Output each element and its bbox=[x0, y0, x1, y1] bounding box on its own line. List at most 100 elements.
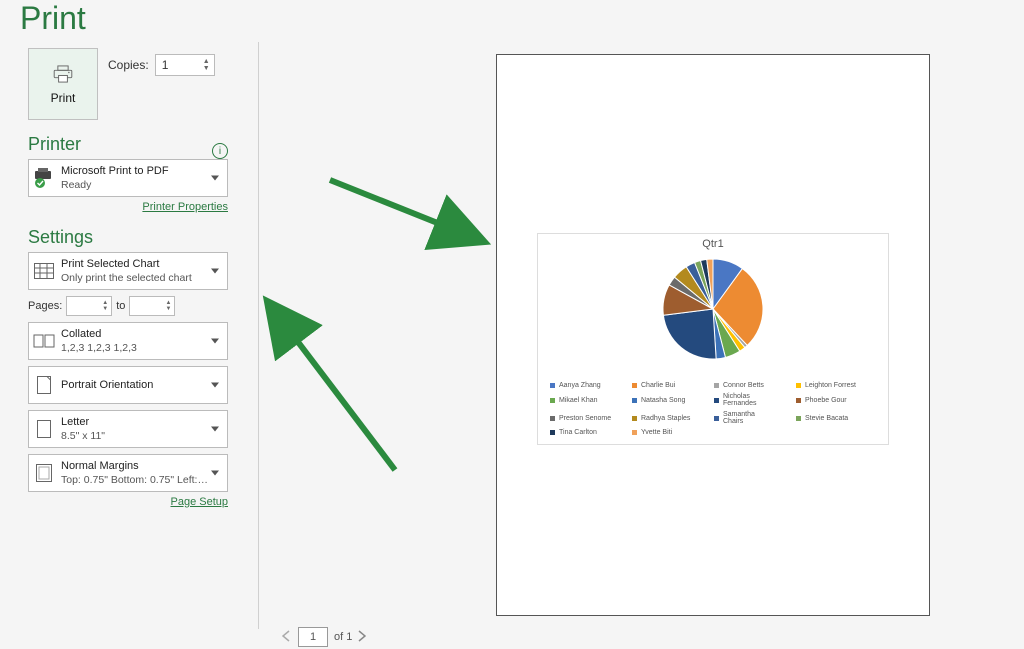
legend-label: Charlie Bui bbox=[641, 382, 675, 389]
margins-select[interactable]: Normal Margins Top: 0.75" Bottom: 0.75" … bbox=[28, 454, 228, 492]
chart-legend: Aanya Zhang Charlie Bui Connor Betts Leight… bbox=[550, 382, 876, 436]
pages-label: Pages: bbox=[28, 300, 62, 312]
legend-item: Connor Betts bbox=[714, 382, 776, 389]
collate-icon bbox=[33, 330, 55, 352]
legend-item: Yvette Biti bbox=[632, 429, 694, 436]
legend-swatch bbox=[714, 398, 719, 403]
pages-to-label: to bbox=[116, 300, 125, 312]
chart-preview: Qtr1 Aanya Zhang Charlie Bui Connor Betts L… bbox=[537, 233, 889, 445]
copies-input[interactable]: 1 ▲▼ bbox=[155, 54, 215, 76]
paper-line2: 8.5" x 11" bbox=[61, 430, 223, 443]
chevron-down-icon bbox=[211, 383, 219, 388]
legend-swatch bbox=[550, 383, 555, 388]
legend-swatch bbox=[796, 383, 801, 388]
legend-swatch bbox=[714, 416, 719, 421]
collate-line1: Collated bbox=[61, 328, 223, 341]
pages-from-input[interactable]: ▲▼ bbox=[66, 296, 112, 316]
next-page-button[interactable] bbox=[358, 630, 368, 644]
paper-icon bbox=[33, 418, 55, 440]
legend-swatch bbox=[550, 430, 555, 435]
chevron-down-icon bbox=[211, 427, 219, 432]
legend-swatch bbox=[632, 383, 637, 388]
legend-item: Tina Carlton bbox=[550, 429, 612, 436]
legend-label: Phoebe Gour bbox=[805, 397, 847, 404]
pages-to-input[interactable]: ▲▼ bbox=[129, 296, 175, 316]
printer-icon bbox=[52, 63, 74, 85]
legend-swatch bbox=[796, 416, 801, 421]
legend-swatch bbox=[714, 383, 719, 388]
legend-label: Preston Senome bbox=[559, 415, 611, 422]
print-button[interactable]: Print bbox=[28, 48, 98, 120]
prev-page-button[interactable] bbox=[282, 630, 292, 644]
printer-status-icon bbox=[33, 167, 55, 189]
paper-line1: Letter bbox=[61, 416, 223, 429]
legend-label: Samantha Chairs bbox=[723, 411, 776, 425]
legend-item: Phoebe Gour bbox=[796, 393, 858, 407]
legend-item: Radhya Staples bbox=[632, 411, 694, 425]
legend-label: Connor Betts bbox=[723, 382, 764, 389]
copies-label: Copies: bbox=[108, 58, 149, 72]
annotation-arrow-1 bbox=[320, 170, 500, 260]
portrait-icon bbox=[33, 374, 55, 396]
legend-item: Mikael Khan bbox=[550, 393, 612, 407]
legend-label: Tina Carlton bbox=[559, 429, 597, 436]
page-number-input[interactable]: 1 bbox=[298, 627, 328, 647]
legend-item: Stevie Bacata bbox=[796, 411, 858, 425]
print-what-line2: Only print the selected chart bbox=[61, 272, 223, 285]
legend-swatch bbox=[632, 416, 637, 421]
chevron-down-icon bbox=[211, 471, 219, 476]
copies-value: 1 bbox=[162, 58, 169, 72]
page-title: Print bbox=[20, 0, 86, 37]
legend-item: Nicholas Fernandes bbox=[714, 393, 776, 407]
page-setup-link[interactable]: Page Setup bbox=[171, 496, 229, 508]
orientation-line1: Portrait Orientation bbox=[61, 379, 223, 392]
legend-item: Natasha Song bbox=[632, 393, 694, 407]
orientation-select[interactable]: Portrait Orientation bbox=[28, 366, 228, 404]
annotation-arrow-2 bbox=[255, 290, 415, 480]
chevron-down-icon bbox=[211, 339, 219, 344]
divider bbox=[258, 42, 259, 629]
page-of-label: of 1 bbox=[334, 631, 352, 643]
margins-line2: Top: 0.75" Bottom: 0.75" Left:… bbox=[61, 474, 223, 487]
legend-label: Aanya Zhang bbox=[559, 382, 601, 389]
printer-properties-link[interactable]: Printer Properties bbox=[142, 201, 228, 213]
legend-swatch bbox=[632, 430, 637, 435]
print-what-line1: Print Selected Chart bbox=[61, 258, 223, 271]
legend-swatch bbox=[632, 398, 637, 403]
grid-icon bbox=[33, 260, 55, 282]
print-button-label: Print bbox=[51, 91, 76, 105]
print-options-panel: Print Copies: 1 ▲▼ Printer i Microsoft P… bbox=[28, 48, 228, 508]
pie-chart bbox=[658, 254, 768, 369]
printer-heading: Printer bbox=[28, 134, 81, 155]
legend-label: Natasha Song bbox=[641, 397, 685, 404]
chart-title: Qtr1 bbox=[538, 238, 888, 250]
printer-select[interactable]: Microsoft Print to PDF Ready bbox=[28, 159, 228, 197]
margins-line1: Normal Margins bbox=[61, 460, 223, 473]
legend-label: Mikael Khan bbox=[559, 397, 598, 404]
legend-swatch bbox=[550, 416, 555, 421]
legend-label: Nicholas Fernandes bbox=[723, 393, 776, 407]
collate-select[interactable]: Collated 1,2,3 1,2,3 1,2,3 bbox=[28, 322, 228, 360]
spinner-arrows-icon[interactable]: ▲▼ bbox=[203, 58, 214, 72]
legend-label: Stevie Bacata bbox=[805, 415, 848, 422]
print-what-select[interactable]: Print Selected Chart Only print the sele… bbox=[28, 252, 228, 290]
collate-line2: 1,2,3 1,2,3 1,2,3 bbox=[61, 342, 223, 355]
paper-size-select[interactable]: Letter 8.5" x 11" bbox=[28, 410, 228, 448]
legend-label: Radhya Staples bbox=[641, 415, 690, 422]
legend-label: Leighton Forrest bbox=[805, 382, 856, 389]
chevron-down-icon bbox=[211, 269, 219, 274]
legend-item: Leighton Forrest bbox=[796, 382, 858, 389]
settings-heading: Settings bbox=[28, 227, 228, 248]
legend-item: Samantha Chairs bbox=[714, 411, 776, 425]
printer-status: Ready bbox=[61, 179, 223, 192]
legend-item: Charlie Bui bbox=[632, 382, 694, 389]
legend-swatch bbox=[550, 398, 555, 403]
legend-item: Aanya Zhang bbox=[550, 382, 612, 389]
print-preview-page: Qtr1 Aanya Zhang Charlie Bui Connor Betts L… bbox=[496, 54, 930, 616]
margins-icon bbox=[33, 462, 55, 484]
legend-item: Preston Senome bbox=[550, 411, 612, 425]
legend-label: Yvette Biti bbox=[641, 429, 672, 436]
chevron-down-icon bbox=[211, 176, 219, 181]
legend-swatch bbox=[796, 398, 801, 403]
info-icon[interactable]: i bbox=[212, 143, 228, 159]
